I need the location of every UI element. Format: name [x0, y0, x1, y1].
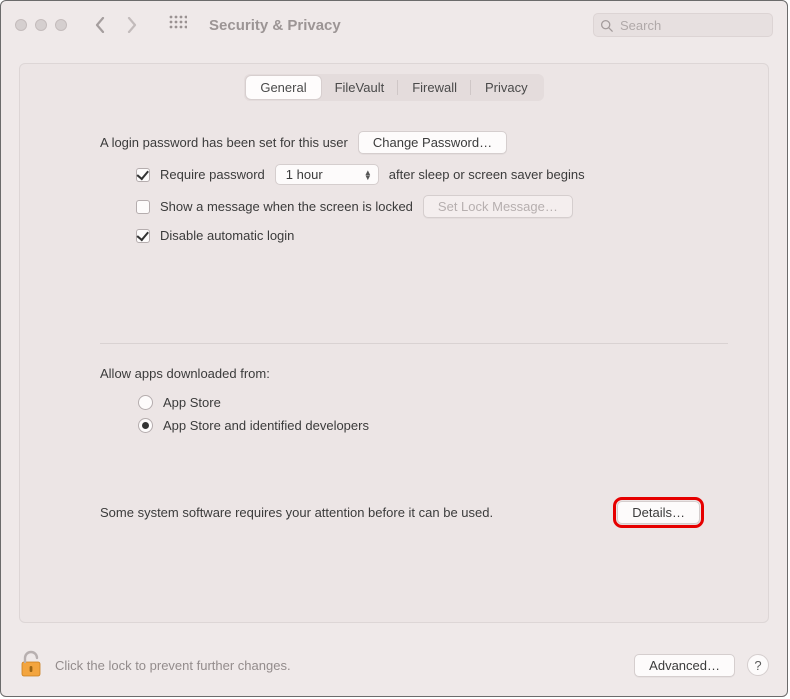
show-message-label: Show a message when the screen is locked [160, 199, 413, 214]
allow-apps-app-store-radio[interactable] [138, 395, 153, 410]
nav-arrows [95, 17, 137, 33]
tab-firewall[interactable]: Firewall [398, 76, 471, 99]
forward-button[interactable] [127, 17, 137, 33]
back-button[interactable] [95, 17, 105, 33]
help-button[interactable]: ? [747, 654, 769, 676]
allow-apps-identified-radio[interactable] [138, 418, 153, 433]
require-password-delay-value: 1 hour [286, 167, 323, 182]
preferences-window: Security & Privacy General FileVault Fir… [0, 0, 788, 697]
tab-filevault[interactable]: FileVault [321, 76, 399, 99]
tab-privacy[interactable]: Privacy [471, 76, 542, 99]
tab-bar: General FileVault Firewall Privacy [244, 74, 543, 101]
attention-message: Some system software requires your atten… [100, 505, 493, 520]
zoom-window-button[interactable] [55, 19, 67, 31]
search-icon [600, 19, 613, 32]
window-title: Security & Privacy [209, 17, 585, 34]
require-password-label-before: Require password [160, 167, 265, 182]
require-password-delay-select[interactable]: 1 hour ▲▼ [275, 164, 379, 185]
allow-apps-app-store-label: App Store [163, 395, 221, 410]
lock-icon[interactable] [19, 650, 43, 681]
require-password-label-after: after sleep or screen saver begins [389, 167, 585, 182]
allow-apps-heading: Allow apps downloaded from: [100, 366, 728, 381]
content-panel: General FileVault Firewall Privacy A log… [19, 63, 769, 623]
tab-general[interactable]: General [246, 76, 320, 99]
require-password-checkbox[interactable] [136, 168, 150, 182]
change-password-button[interactable]: Change Password… [358, 131, 507, 154]
allow-apps-radio-group: App Store App Store and identified devel… [100, 381, 728, 433]
window-controls [15, 19, 67, 31]
chevron-up-down-icon: ▲▼ [364, 170, 372, 180]
login-password-status: A login password has been set for this u… [100, 135, 348, 150]
titlebar: Security & Privacy [1, 1, 787, 49]
show-message-checkbox[interactable] [136, 200, 150, 214]
details-button[interactable]: Details… [617, 501, 700, 524]
set-lock-message-button[interactable]: Set Lock Message… [423, 195, 573, 218]
search-input[interactable] [618, 17, 766, 34]
minimize-window-button[interactable] [35, 19, 47, 31]
close-window-button[interactable] [15, 19, 27, 31]
allow-apps-identified-label: App Store and identified developers [163, 418, 369, 433]
general-section: A login password has been set for this u… [20, 101, 768, 524]
footer: Click the lock to prevent further change… [1, 642, 787, 696]
disable-auto-login-label: Disable automatic login [160, 228, 294, 243]
advanced-button[interactable]: Advanced… [634, 654, 735, 677]
disable-auto-login-checkbox[interactable] [136, 229, 150, 243]
lock-hint: Click the lock to prevent further change… [55, 658, 291, 673]
search-field[interactable] [593, 13, 773, 37]
show-all-icon[interactable] [169, 15, 187, 36]
